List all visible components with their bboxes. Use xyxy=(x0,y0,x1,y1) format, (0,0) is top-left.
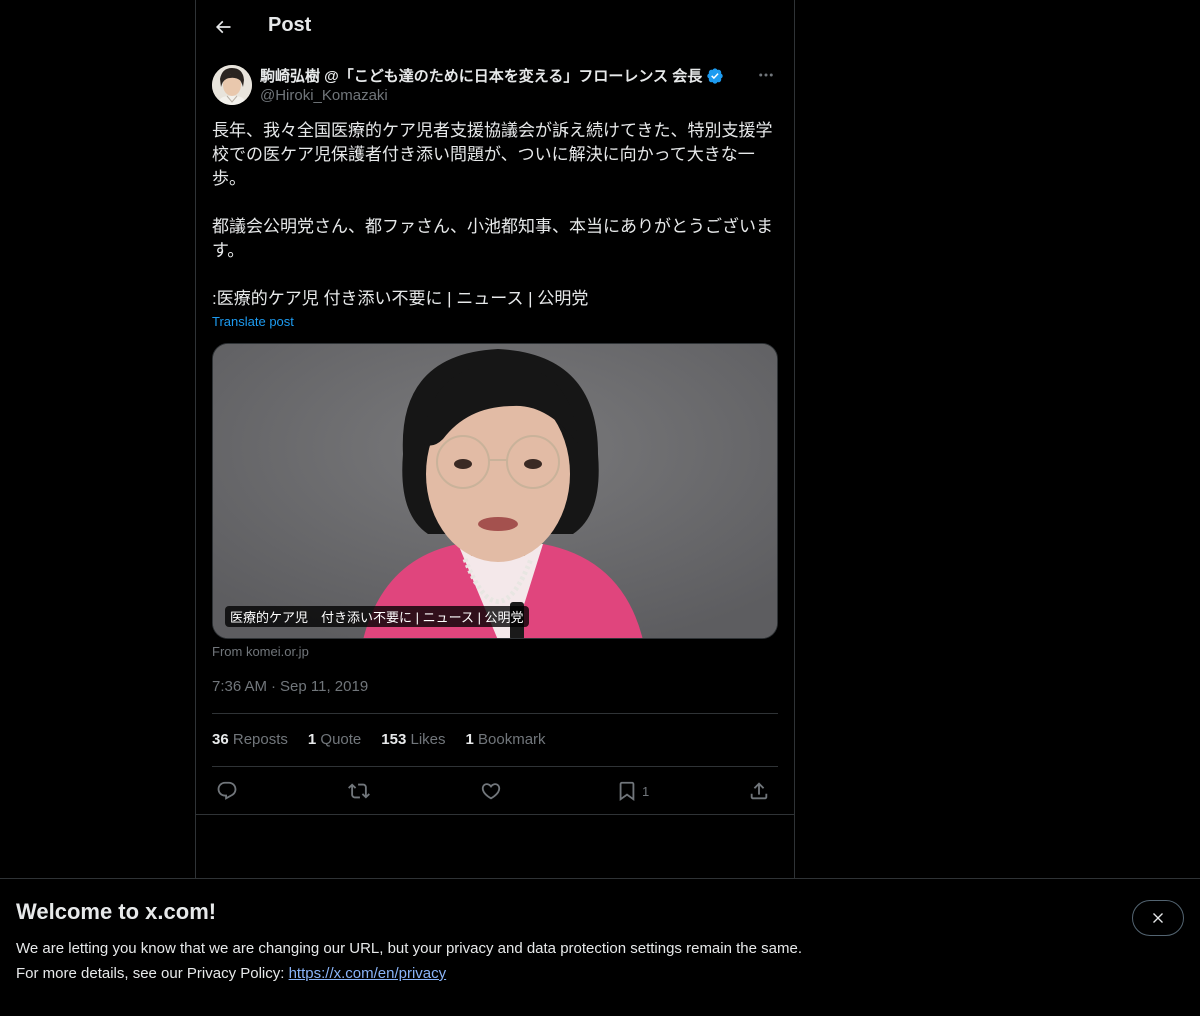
post-time: 7:36 AM xyxy=(212,678,268,695)
top-bar: Post xyxy=(196,0,794,53)
close-icon xyxy=(1153,913,1163,923)
back-button[interactable] xyxy=(206,10,240,44)
post-date: Sep 11, 2019 xyxy=(280,678,369,695)
link-card[interactable]: 医療的ケア児 付き添い不要に | ニュース | 公明党 xyxy=(212,343,778,639)
post-paragraph: :医療的ケア児 付き添い不要に | ニュース | 公明党 xyxy=(212,289,589,308)
bookmark-icon xyxy=(619,781,635,802)
card-caption: 医療的ケア児 付き添い不要に | ニュース | 公明党 xyxy=(225,606,529,627)
banner-line: We are letting you know that we are chan… xyxy=(16,940,802,957)
display-name[interactable]: 駒崎弘樹 @「こども達のために日本を変える」フローレンス 会長 xyxy=(260,65,702,86)
banner-text: We are letting you know that we are chan… xyxy=(16,936,802,986)
translate-post-link[interactable]: Translate post xyxy=(212,314,294,329)
banner-line: For more details, see our Privacy Policy… xyxy=(16,965,447,982)
close-banner-button[interactable] xyxy=(1132,900,1184,936)
post-text: 長年、我々全国医療的ケア児者支援協議会が訴え続けてきた、特別支援学校での医ケア児… xyxy=(212,119,778,311)
avatar[interactable] xyxy=(212,65,252,105)
bookmark-count: 1 xyxy=(642,783,650,799)
engagement-stats: 36 Reposts 1 Quote 153 Likes 1 Bookmark xyxy=(212,731,546,748)
card-image xyxy=(213,344,777,638)
welcome-banner: Welcome to x.com! We are letting you kno… xyxy=(0,878,1200,1016)
reply-button[interactable] xyxy=(216,778,238,804)
privacy-policy-link[interactable]: https://x.com/en/privacy xyxy=(289,965,447,982)
author-handle[interactable]: @Hiroki_Komazaki xyxy=(260,87,388,104)
post-timestamp[interactable]: 7:36 AM · Sep 11, 2019 xyxy=(212,678,368,695)
bookmarks-stat[interactable]: 1 Bookmark xyxy=(466,731,546,748)
post-paragraph: 都議会公明党さん、都ファさん、小池都知事、本当にありがとうございます。 xyxy=(212,217,773,260)
more-dots-icon xyxy=(759,73,773,77)
like-button[interactable] xyxy=(480,778,502,804)
banner-title: Welcome to x.com! xyxy=(16,899,217,924)
main-column: Post 駒崎弘樹 @「こども達のために日本を変える」フローレンス 会長 @Hi… xyxy=(195,0,795,1016)
divider xyxy=(212,766,778,767)
post-paragraph: 長年、我々全国医療的ケア児者支援協議会が訴え続けてきた、特別支援学校での医ケア児… xyxy=(212,121,773,188)
divider xyxy=(212,713,778,714)
page-title: Post xyxy=(268,14,312,36)
repost-icon xyxy=(348,783,370,799)
reposts-stat[interactable]: 36 Reposts xyxy=(212,731,288,748)
card-source: From komei.or.jp xyxy=(212,644,309,659)
share-icon xyxy=(750,782,768,800)
arrow-left-icon xyxy=(215,20,231,34)
separator-dot: · xyxy=(271,678,277,695)
more-options-button[interactable] xyxy=(754,64,778,86)
bookmark-button[interactable]: 1 xyxy=(616,778,649,804)
post-author: 駒崎弘樹 @「こども達のために日本を変える」フローレンス 会長 @Hiroki_… xyxy=(212,64,778,108)
verified-badge-icon[interactable] xyxy=(706,67,724,85)
action-bar: 1 xyxy=(212,778,778,804)
quotes-stat[interactable]: 1 Quote xyxy=(308,731,361,748)
name-row: 駒崎弘樹 @「こども達のために日本を変える」フローレンス 会長 xyxy=(260,65,724,86)
reply-icon xyxy=(217,781,237,800)
repost-button[interactable] xyxy=(348,778,370,804)
divider xyxy=(196,814,794,815)
heart-icon xyxy=(481,783,501,800)
share-button[interactable] xyxy=(748,778,770,804)
likes-stat[interactable]: 153 Likes xyxy=(381,731,445,748)
